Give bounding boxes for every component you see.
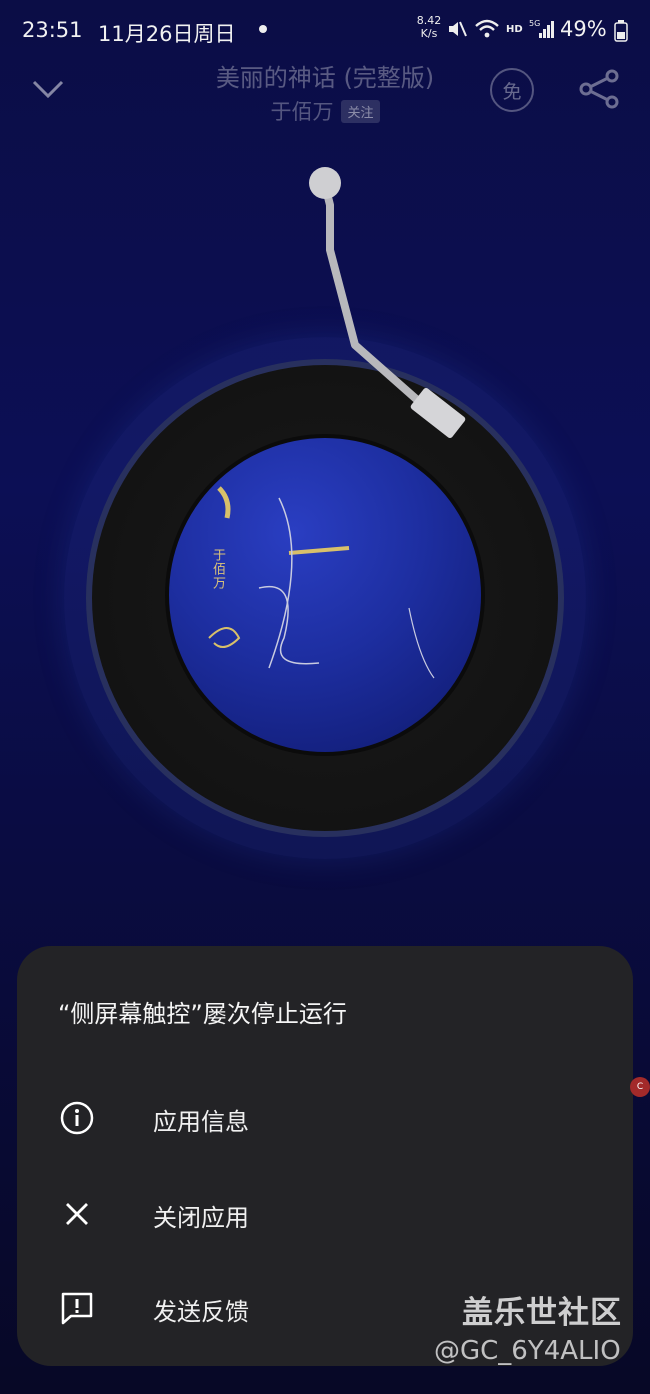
info-icon (60, 1101, 94, 1135)
dialog-title: “侧屏幕触控”屡次停止运行 (58, 1000, 347, 1028)
close-app-label: 关闭应用 (153, 1204, 249, 1232)
feedback-icon (61, 1292, 93, 1325)
close-icon (66, 1203, 88, 1225)
edge-panel-badge[interactable]: C (630, 1077, 650, 1097)
close-app-option[interactable]: 关闭应用 (17, 1174, 633, 1254)
watermark-user: @GC_6Y4ALIO (434, 1336, 621, 1366)
cover-artist-text: 于佰万 (210, 548, 225, 590)
tonearm (309, 167, 466, 439)
app-info-label: 应用信息 (153, 1108, 249, 1136)
app-info-option[interactable]: 应用信息 (17, 1078, 633, 1158)
send-feedback-label: 发送反馈 (153, 1298, 249, 1326)
watermark-site: 盖乐世社区 (462, 1295, 622, 1331)
